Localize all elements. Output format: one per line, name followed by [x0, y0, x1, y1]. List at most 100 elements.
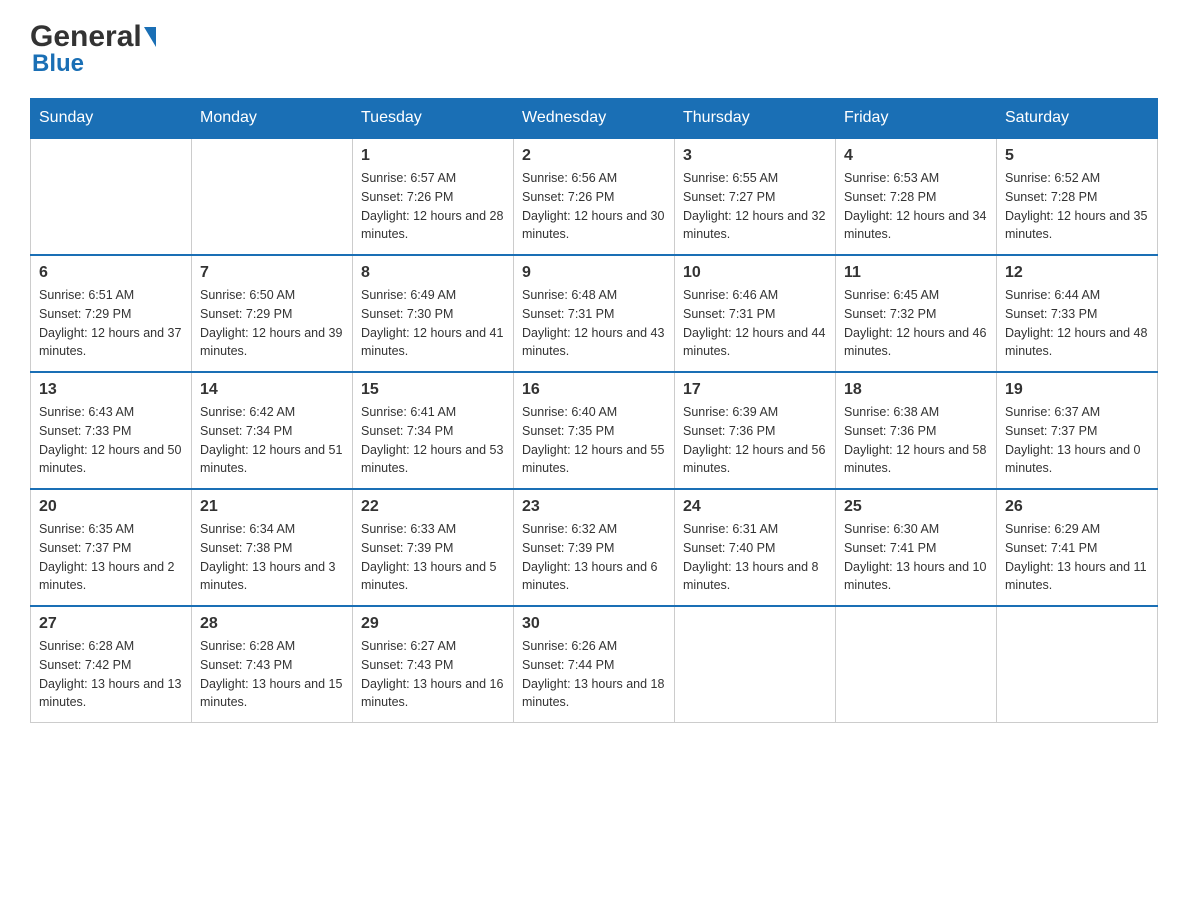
day-info: Sunrise: 6:48 AMSunset: 7:31 PMDaylight:…	[522, 286, 666, 361]
calendar-cell: 25Sunrise: 6:30 AMSunset: 7:41 PMDayligh…	[836, 489, 997, 606]
day-info: Sunrise: 6:34 AMSunset: 7:38 PMDaylight:…	[200, 520, 344, 595]
calendar-cell: 26Sunrise: 6:29 AMSunset: 7:41 PMDayligh…	[997, 489, 1158, 606]
day-number: 13	[39, 381, 183, 399]
day-number: 4	[844, 147, 988, 165]
day-number: 20	[39, 498, 183, 516]
day-info: Sunrise: 6:29 AMSunset: 7:41 PMDaylight:…	[1005, 520, 1149, 595]
logo-general-text: General	[30, 20, 142, 54]
calendar-cell: 16 Sunrise: 6:40 AMSunset: 7:35 PMDayligh…	[514, 372, 675, 489]
day-number: 3	[683, 147, 827, 165]
day-number: 2	[522, 147, 666, 165]
calendar-cell: 9 Sunrise: 6:48 AMSunset: 7:31 PMDaylight…	[514, 255, 675, 372]
day-info: Sunrise: 6:28 AMSunset: 7:43 PMDaylight:…	[200, 637, 344, 712]
day-number: 22	[361, 498, 505, 516]
calendar-cell: 21Sunrise: 6:34 AMSunset: 7:38 PMDayligh…	[192, 489, 353, 606]
calendar-body: 1Sunrise: 6:57 AMSunset: 7:26 PMDaylight…	[31, 138, 1158, 723]
calendar-week-row: 1Sunrise: 6:57 AMSunset: 7:26 PMDaylight…	[31, 138, 1158, 255]
calendar-cell	[31, 138, 192, 255]
day-info: Sunrise: 6:26 AMSunset: 7:44 PMDaylight:…	[522, 637, 666, 712]
calendar-header: SundayMondayTuesdayWednesdayThursdayFrid…	[31, 99, 1158, 139]
calendar-cell: 12 Sunrise: 6:44 AMSunset: 7:33 PMDayligh…	[997, 255, 1158, 372]
calendar-cell: 3 Sunrise: 6:55 AMSunset: 7:27 PMDaylight…	[675, 138, 836, 255]
day-number: 28	[200, 615, 344, 633]
day-number: 29	[361, 615, 505, 633]
day-number: 8	[361, 264, 505, 282]
calendar-cell: 30Sunrise: 6:26 AMSunset: 7:44 PMDayligh…	[514, 606, 675, 723]
day-info: Sunrise: 6:27 AMSunset: 7:43 PMDaylight:…	[361, 637, 505, 712]
calendar-cell: 19 Sunrise: 6:37 AMSunset: 7:37 PMDayligh…	[997, 372, 1158, 489]
day-number: 12	[1005, 264, 1149, 282]
day-info: Sunrise: 6:31 AMSunset: 7:40 PMDaylight:…	[683, 520, 827, 595]
calendar-cell: 24 Sunrise: 6:31 AMSunset: 7:40 PMDayligh…	[675, 489, 836, 606]
day-info: Sunrise: 6:42 AMSunset: 7:34 PMDaylight:…	[200, 403, 344, 478]
calendar-cell	[836, 606, 997, 723]
day-info: Sunrise: 6:49 AMSunset: 7:30 PMDaylight:…	[361, 286, 505, 361]
day-number: 27	[39, 615, 183, 633]
day-info: Sunrise: 6:35 AMSunset: 7:37 PMDaylight:…	[39, 520, 183, 595]
day-number: 6	[39, 264, 183, 282]
calendar-cell: 27 Sunrise: 6:28 AMSunset: 7:42 PMDayligh…	[31, 606, 192, 723]
calendar-cell	[192, 138, 353, 255]
day-info: Sunrise: 6:37 AMSunset: 7:37 PMDaylight:…	[1005, 403, 1149, 478]
day-number: 10	[683, 264, 827, 282]
day-number: 9	[522, 264, 666, 282]
weekday-header-monday: Monday	[192, 99, 353, 139]
day-number: 23	[522, 498, 666, 516]
day-number: 24	[683, 498, 827, 516]
day-info: Sunrise: 6:43 AMSunset: 7:33 PMDaylight:…	[39, 403, 183, 478]
calendar-cell: 6 Sunrise: 6:51 AMSunset: 7:29 PMDaylight…	[31, 255, 192, 372]
day-info: Sunrise: 6:50 AMSunset: 7:29 PMDaylight:…	[200, 286, 344, 361]
calendar-cell: 22 Sunrise: 6:33 AMSunset: 7:39 PMDayligh…	[353, 489, 514, 606]
calendar-week-row: 6 Sunrise: 6:51 AMSunset: 7:29 PMDaylight…	[31, 255, 1158, 372]
day-info: Sunrise: 6:38 AMSunset: 7:36 PMDaylight:…	[844, 403, 988, 478]
calendar-cell: 1Sunrise: 6:57 AMSunset: 7:26 PMDaylight…	[353, 138, 514, 255]
calendar-cell: 14 Sunrise: 6:42 AMSunset: 7:34 PMDayligh…	[192, 372, 353, 489]
calendar-cell: 29 Sunrise: 6:27 AMSunset: 7:43 PMDayligh…	[353, 606, 514, 723]
calendar-week-row: 27 Sunrise: 6:28 AMSunset: 7:42 PMDayligh…	[31, 606, 1158, 723]
day-info: Sunrise: 6:44 AMSunset: 7:33 PMDaylight:…	[1005, 286, 1149, 361]
calendar-week-row: 13 Sunrise: 6:43 AMSunset: 7:33 PMDayligh…	[31, 372, 1158, 489]
calendar-cell: 4 Sunrise: 6:53 AMSunset: 7:28 PMDaylight…	[836, 138, 997, 255]
calendar-cell: 2 Sunrise: 6:56 AMSunset: 7:26 PMDaylight…	[514, 138, 675, 255]
day-number: 19	[1005, 381, 1149, 399]
day-info: Sunrise: 6:53 AMSunset: 7:28 PMDaylight:…	[844, 169, 988, 244]
calendar-cell: 20 Sunrise: 6:35 AMSunset: 7:37 PMDayligh…	[31, 489, 192, 606]
day-number: 5	[1005, 147, 1149, 165]
calendar-cell: 13 Sunrise: 6:43 AMSunset: 7:33 PMDayligh…	[31, 372, 192, 489]
day-info: Sunrise: 6:28 AMSunset: 7:42 PMDaylight:…	[39, 637, 183, 712]
weekday-header-tuesday: Tuesday	[353, 99, 514, 139]
day-info: Sunrise: 6:40 AMSunset: 7:35 PMDaylight:…	[522, 403, 666, 478]
weekday-header-sunday: Sunday	[31, 99, 192, 139]
day-info: Sunrise: 6:30 AMSunset: 7:41 PMDaylight:…	[844, 520, 988, 595]
day-info: Sunrise: 6:39 AMSunset: 7:36 PMDaylight:…	[683, 403, 827, 478]
day-number: 17	[683, 381, 827, 399]
calendar-cell: 7 Sunrise: 6:50 AMSunset: 7:29 PMDaylight…	[192, 255, 353, 372]
day-info: Sunrise: 6:45 AMSunset: 7:32 PMDaylight:…	[844, 286, 988, 361]
calendar-cell: 18 Sunrise: 6:38 AMSunset: 7:36 PMDayligh…	[836, 372, 997, 489]
page-header: General Blue	[30, 20, 1158, 78]
calendar-cell: 28 Sunrise: 6:28 AMSunset: 7:43 PMDayligh…	[192, 606, 353, 723]
day-info: Sunrise: 6:55 AMSunset: 7:27 PMDaylight:…	[683, 169, 827, 244]
day-info: Sunrise: 6:46 AMSunset: 7:31 PMDaylight:…	[683, 286, 827, 361]
day-number: 16	[522, 381, 666, 399]
day-number: 7	[200, 264, 344, 282]
day-info: Sunrise: 6:51 AMSunset: 7:29 PMDaylight:…	[39, 286, 183, 361]
day-info: Sunrise: 6:41 AMSunset: 7:34 PMDaylight:…	[361, 403, 505, 478]
day-info: Sunrise: 6:33 AMSunset: 7:39 PMDaylight:…	[361, 520, 505, 595]
calendar-cell: 23 Sunrise: 6:32 AMSunset: 7:39 PMDayligh…	[514, 489, 675, 606]
day-number: 11	[844, 264, 988, 282]
day-info: Sunrise: 6:32 AMSunset: 7:39 PMDaylight:…	[522, 520, 666, 595]
calendar-cell: 15Sunrise: 6:41 AMSunset: 7:34 PMDayligh…	[353, 372, 514, 489]
weekday-header-friday: Friday	[836, 99, 997, 139]
day-number: 18	[844, 381, 988, 399]
calendar-cell: 17 Sunrise: 6:39 AMSunset: 7:36 PMDayligh…	[675, 372, 836, 489]
logo-arrow-icon	[144, 27, 156, 47]
day-number: 1	[361, 147, 505, 165]
calendar-week-row: 20 Sunrise: 6:35 AMSunset: 7:37 PMDayligh…	[31, 489, 1158, 606]
calendar-table: SundayMondayTuesdayWednesdayThursdayFrid…	[30, 98, 1158, 723]
calendar-cell	[675, 606, 836, 723]
day-number: 14	[200, 381, 344, 399]
weekday-header-thursday: Thursday	[675, 99, 836, 139]
day-info: Sunrise: 6:56 AMSunset: 7:26 PMDaylight:…	[522, 169, 666, 244]
calendar-cell: 10 Sunrise: 6:46 AMSunset: 7:31 PMDayligh…	[675, 255, 836, 372]
